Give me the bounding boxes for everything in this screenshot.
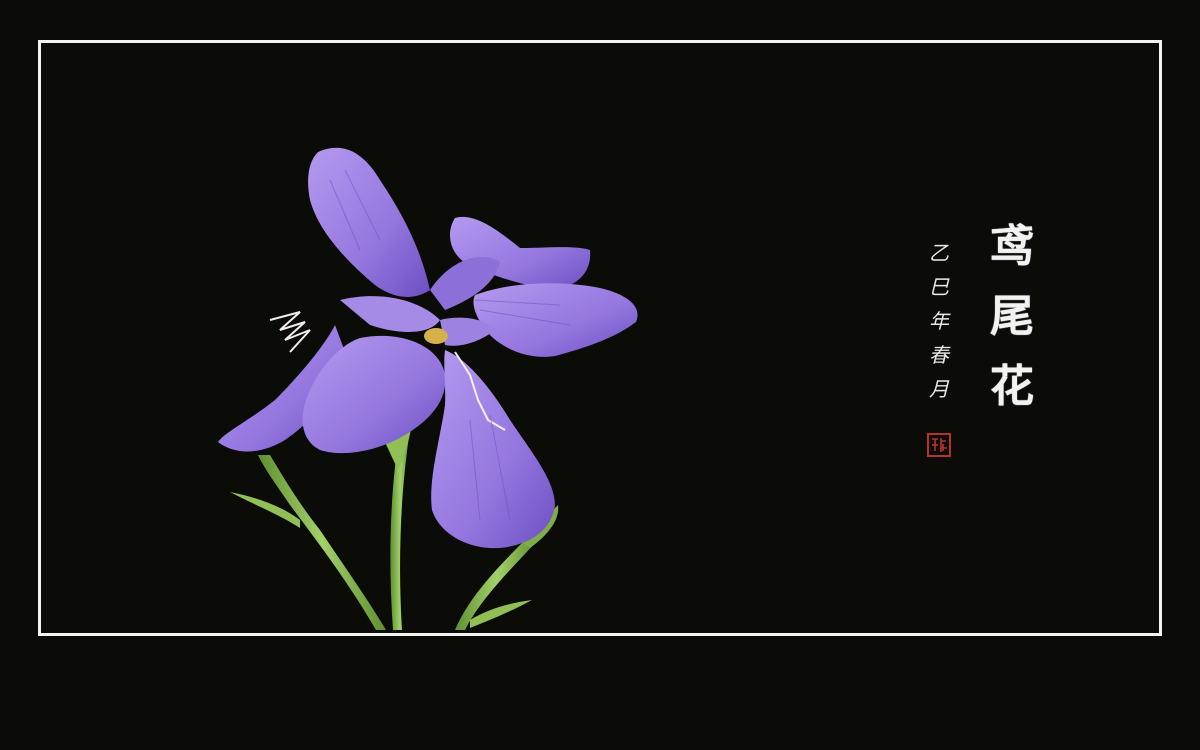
title-char: 尾 [990,291,1034,342]
date-char: 春 [929,343,949,367]
date-char: 月 [929,377,949,401]
red-seal-stamp-icon [927,433,951,457]
date-char: 乙 [929,241,949,265]
title-vertical: 鸢 尾 花 [982,212,1042,422]
date-char: 年 [929,309,949,333]
title-char: 花 [990,361,1034,412]
date-inscription-vertical: 乙 巳 年 春 月 [924,236,954,406]
date-char: 巳 [929,275,949,299]
title-char: 鸢 [990,221,1034,272]
